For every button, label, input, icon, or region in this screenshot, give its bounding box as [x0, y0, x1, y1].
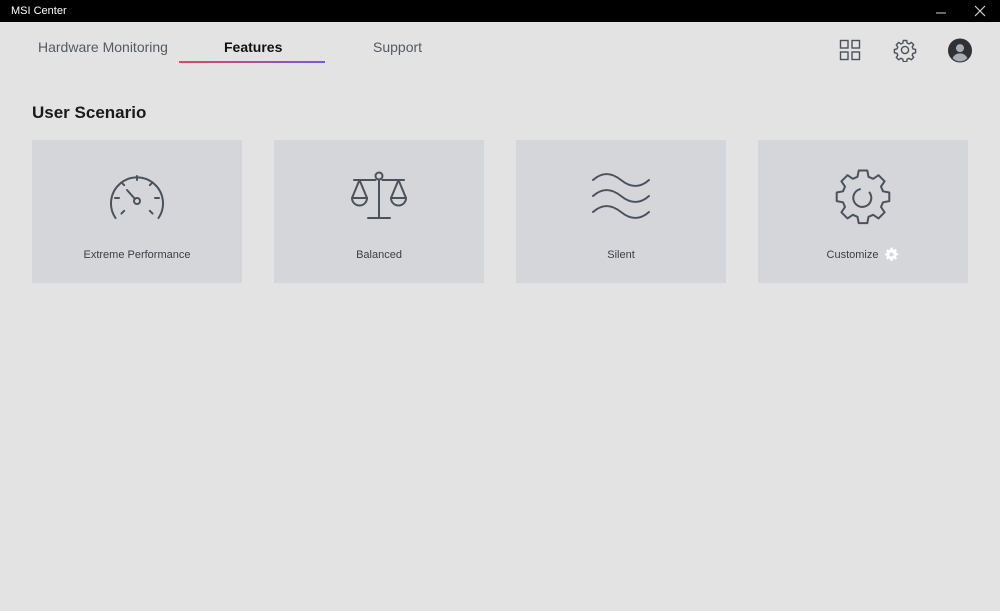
- settings-button[interactable]: [893, 38, 917, 62]
- gear-icon: [835, 169, 891, 225]
- title-bar[interactable]: MSI Center: [0, 0, 1000, 22]
- apps-grid-button[interactable]: [838, 38, 862, 62]
- speedometer-icon: [110, 175, 164, 219]
- section-title-user-scenario: User Scenario: [32, 103, 147, 122]
- gear-icon: [893, 39, 917, 62]
- customize-settings-icon[interactable]: [884, 247, 899, 262]
- minimize-button[interactable]: [921, 0, 961, 22]
- customize-label-row: Customize: [758, 247, 968, 262]
- scenario-label: Customize: [826, 248, 879, 261]
- close-button[interactable]: [960, 0, 1000, 22]
- user-account-button[interactable]: [948, 38, 972, 62]
- scenario-card-customize[interactable]: Customize: [758, 140, 968, 283]
- tab-support[interactable]: Support: [373, 38, 422, 56]
- scale-icon: [351, 171, 407, 219]
- tab-features[interactable]: Features: [224, 38, 282, 56]
- scenario-card-silent[interactable]: Silent: [516, 140, 726, 283]
- scenario-label: Silent: [607, 249, 635, 261]
- msi-center-window: MSI Center Hardware Monitoring Features …: [0, 0, 1000, 611]
- close-icon: [974, 5, 986, 17]
- user-avatar-icon: [948, 38, 972, 62]
- grid-icon: [839, 39, 861, 61]
- scenario-label: Balanced: [356, 249, 402, 261]
- minimize-icon: [936, 12, 946, 14]
- active-tab-indicator: [179, 61, 325, 63]
- window-title: MSI Center: [11, 5, 67, 17]
- scenario-card-extreme-performance[interactable]: Extreme Performance: [32, 140, 242, 283]
- tab-hardware-monitoring[interactable]: Hardware Monitoring: [38, 38, 168, 56]
- waves-icon: [592, 173, 650, 219]
- scenario-card-balanced[interactable]: Balanced: [274, 140, 484, 283]
- scenario-label: Extreme Performance: [83, 249, 191, 261]
